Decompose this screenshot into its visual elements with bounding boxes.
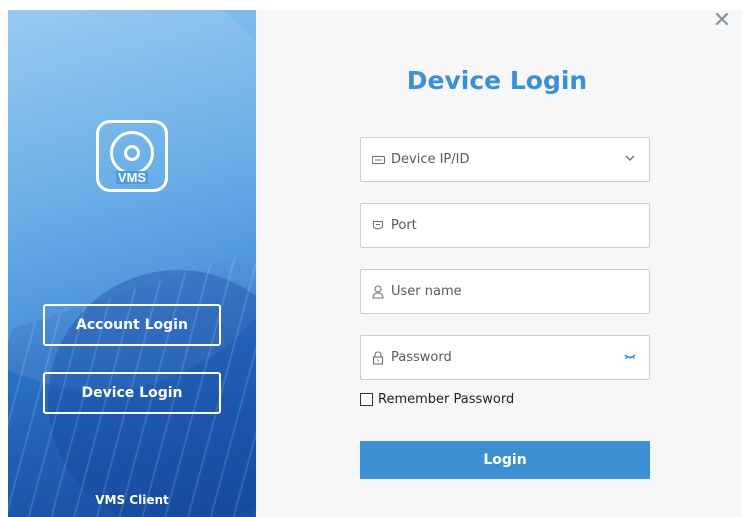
sidebar-panel: VMS Account Login Device Login VMS Clien… [8, 10, 256, 517]
user-icon [371, 284, 385, 299]
logo-text: VMS [115, 169, 149, 185]
password-placeholder: Password [391, 350, 452, 365]
login-button[interactable]: Login [360, 441, 650, 479]
show-password-icon[interactable] [623, 349, 637, 363]
remember-password-label: Remember Password [378, 392, 515, 407]
app-name-label: VMS Client [95, 493, 169, 507]
username-field[interactable]: User name [360, 269, 650, 314]
password-field[interactable]: Password [360, 335, 650, 380]
remember-password-checkbox[interactable] [360, 393, 373, 406]
port-icon [371, 219, 385, 233]
camera-lens-icon [110, 130, 154, 175]
port-placeholder: Port [391, 218, 417, 233]
device-icon [371, 153, 385, 167]
page-title: Device Login [406, 66, 588, 95]
username-placeholder: User name [391, 284, 462, 299]
device-ip-field[interactable]: Device IP/ID [360, 137, 650, 182]
device-login-button[interactable]: Device Login [43, 372, 221, 414]
lock-icon [371, 350, 385, 365]
device-ip-placeholder: Device IP/ID [391, 152, 470, 167]
close-icon[interactable]: ✕ [712, 10, 732, 32]
chevron-down-icon[interactable] [623, 151, 637, 165]
vms-logo: VMS [96, 120, 168, 192]
remember-password[interactable]: Remember Password [360, 392, 514, 407]
account-login-button[interactable]: Account Login [43, 304, 221, 346]
port-field[interactable]: Port [360, 203, 650, 248]
